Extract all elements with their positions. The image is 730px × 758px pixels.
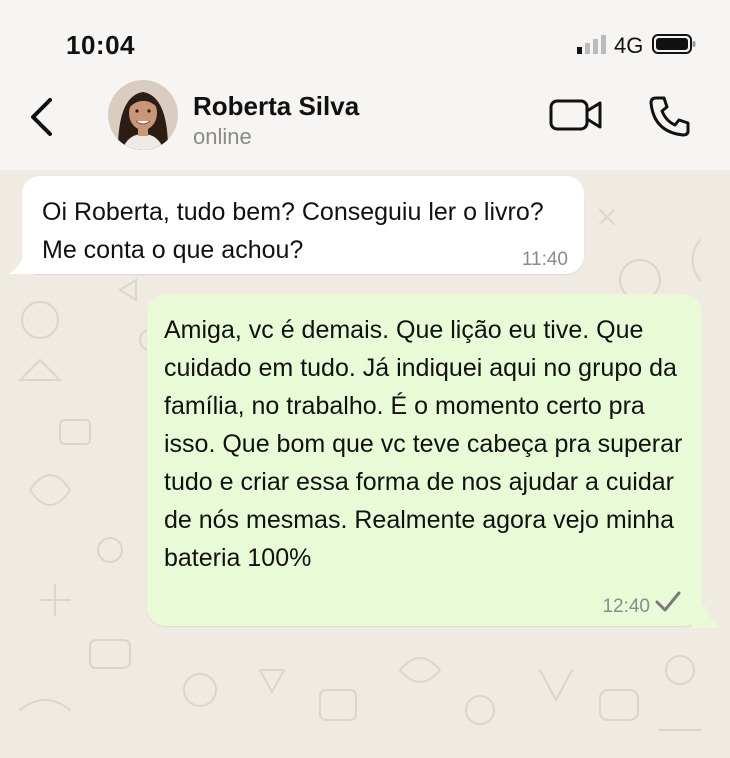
video-call-icon[interactable]	[549, 98, 603, 132]
status-time: 10:04	[66, 30, 135, 60]
sent-check-icon	[655, 591, 681, 612]
phone-icon[interactable]	[648, 94, 692, 138]
chat-header: Roberta Silva online	[0, 80, 730, 171]
network-type: 4G	[614, 33, 644, 58]
contact-photo	[108, 80, 178, 150]
avatar[interactable]	[108, 80, 178, 150]
presence-status: online	[193, 124, 252, 149]
message-time: 12:40	[602, 596, 650, 617]
back-chevron-icon[interactable]	[26, 96, 58, 138]
outgoing-bubble-tail	[692, 606, 722, 628]
message-text: Oi Roberta, tudo bem? Conseguiu ler o li…	[42, 198, 544, 264]
chat-area[interactable]: Oi Roberta, tudo bem? Conseguiu ler o li…	[0, 170, 730, 758]
message-time: 11:40	[521, 249, 568, 270]
incoming-bubble-tail	[8, 252, 38, 274]
contact-name[interactable]: Roberta Silva	[193, 91, 359, 122]
incoming-message[interactable]: Oi Roberta, tudo bem? Conseguiu ler o li…	[22, 176, 584, 274]
battery-icon	[652, 34, 696, 54]
status-bar: 10:04 4G	[0, 0, 730, 80]
message-text: Amiga, vc é demais. Que lição eu tive. Q…	[164, 316, 683, 572]
outgoing-message[interactable]: Amiga, vc é demais. Que lição eu tive. Q…	[147, 294, 702, 626]
signal-bars-icon	[577, 35, 606, 54]
